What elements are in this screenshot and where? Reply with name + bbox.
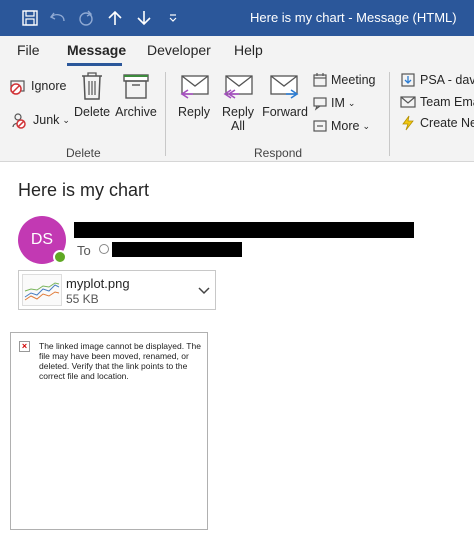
quick-step-create-new-label: Create Ne — [420, 116, 474, 130]
ignore-label: Ignore — [31, 79, 67, 93]
broken-image-message: The linked image cannot be displayed. Th… — [39, 341, 201, 381]
tab-message[interactable]: Message — [67, 42, 126, 58]
chevron-down-icon: ⌄ — [362, 120, 371, 131]
presence-status-icon — [53, 250, 67, 264]
to-label: To — [77, 243, 91, 258]
archive-icon — [123, 74, 149, 99]
reply-all-label-2: All — [231, 119, 245, 133]
meeting-button[interactable]: Meeting — [312, 72, 375, 88]
more-respond-icon — [313, 120, 327, 132]
trash-icon — [82, 72, 102, 100]
delete-button[interactable]: Delete — [74, 70, 110, 119]
broken-image-placeholder: × The linked image cannot be displayed. … — [10, 332, 208, 530]
forward-button[interactable]: Forward — [262, 72, 308, 119]
ribbon: Ignore Junk ⌄ Delete Archive Delete Repl… — [0, 66, 474, 162]
reply-button[interactable]: Reply — [176, 72, 212, 119]
mail-icon — [400, 96, 416, 108]
reply-label: Reply — [178, 105, 210, 119]
lightning-icon — [402, 115, 414, 131]
tab-help[interactable]: Help — [234, 42, 263, 58]
ignore-button[interactable]: Ignore — [8, 76, 66, 96]
more-button[interactable]: More ⌄ — [312, 118, 370, 134]
message-subject: Here is my chart — [18, 180, 150, 200]
avatar-initials: DS — [30, 231, 54, 248]
reply-icon — [180, 75, 209, 99]
title-bar: Here is my chart - Message (HTML) — [0, 0, 474, 36]
attachment-thumbnail — [22, 274, 62, 306]
broken-image-icon: × — [19, 341, 30, 352]
recipient-presence-icon — [99, 244, 109, 254]
redo-icon[interactable] — [76, 8, 96, 28]
group-divider — [165, 72, 166, 156]
down-arrow-icon[interactable] — [134, 8, 154, 28]
quick-step-psa[interactable]: PSA - dav — [400, 72, 474, 88]
chevron-down-icon[interactable] — [195, 281, 213, 299]
meeting-label: Meeting — [331, 73, 376, 87]
up-arrow-icon[interactable] — [105, 8, 125, 28]
window-title: Here is my chart - Message (HTML) — [250, 10, 457, 25]
im-label: IM — [331, 96, 345, 110]
save-icon[interactable] — [20, 8, 40, 28]
attachment-name: myplot.png — [66, 276, 130, 291]
forward-icon — [270, 75, 299, 99]
calendar-icon — [313, 73, 327, 87]
im-button[interactable]: IM ⌄ — [312, 95, 355, 111]
chevron-down-icon: ⌄ — [347, 97, 356, 108]
menu-bar: File Message Developer Help — [0, 36, 474, 66]
junk-icon — [12, 113, 26, 129]
ignore-icon — [10, 80, 25, 95]
attachment-size: 55 KB — [66, 292, 99, 306]
delete-label: Delete — [74, 105, 111, 119]
delete-group-label: Delete — [66, 146, 101, 160]
reply-all-icon — [223, 75, 253, 99]
junk-label: Junk — [33, 113, 60, 127]
chevron-down-icon: ⌄ — [62, 114, 70, 125]
quick-step-psa-label: PSA - dav — [420, 73, 474, 87]
undo-icon[interactable] — [48, 8, 68, 28]
more-label: More — [331, 119, 360, 133]
respond-group-label: Respond — [254, 146, 303, 160]
archive-label: Archive — [115, 105, 157, 119]
move-to-folder-icon — [401, 73, 415, 87]
junk-button[interactable]: Junk ⌄ — [10, 110, 70, 130]
tab-developer[interactable]: Developer — [147, 42, 211, 58]
quick-step-create-new[interactable]: Create Ne — [400, 115, 474, 131]
chat-icon — [313, 97, 327, 111]
redacted-sender — [74, 222, 414, 238]
archive-button[interactable]: Archive — [114, 70, 158, 119]
redacted-recipient — [112, 242, 242, 257]
forward-label: Forward — [262, 105, 308, 119]
tab-file[interactable]: File — [17, 42, 40, 58]
reply-all-label-1: Reply — [222, 105, 254, 119]
attachment-card[interactable]: myplot.png 55 KB — [18, 270, 216, 310]
group-divider — [389, 72, 390, 156]
reply-all-button[interactable]: Reply All — [220, 72, 256, 133]
customize-icon[interactable] — [163, 8, 183, 28]
quick-step-team-email[interactable]: Team Ema — [400, 94, 474, 110]
quick-step-team-email-label: Team Ema — [420, 95, 474, 109]
